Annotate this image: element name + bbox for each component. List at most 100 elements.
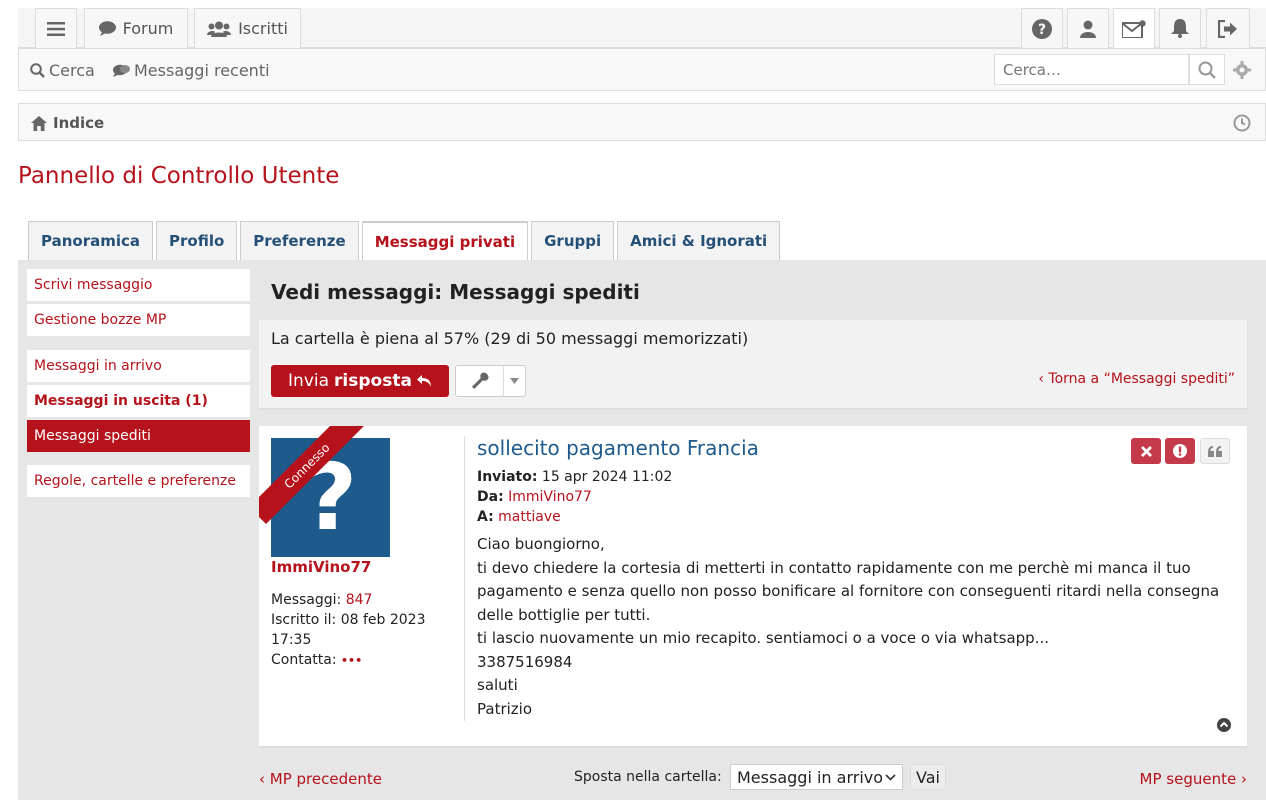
joined-label: Iscritto il: — [271, 612, 337, 628]
tab-groups[interactable]: Gruppi — [531, 221, 615, 260]
exclamation-circle-icon — [1173, 444, 1187, 458]
back-to-sent-link[interactable]: ‹ Torna a “Messaggi spediti” — [1038, 371, 1235, 387]
quote-button[interactable] — [1200, 438, 1230, 464]
ucp-panel: Scrivi messaggio Gestione bozze MP Messa… — [18, 260, 1266, 800]
back-to-top-icon[interactable] — [1217, 718, 1231, 736]
users-icon — [207, 21, 232, 37]
body-line: saluti — [477, 676, 518, 694]
body-line: ti lascio nuovamente un mio recapito. se… — [477, 629, 1049, 647]
home-icon — [31, 115, 47, 131]
quote-icon — [1208, 445, 1222, 457]
tab-friends-foes[interactable]: Amici & Ignorati — [617, 221, 781, 260]
previous-message-link[interactable]: ‹ MP precedente — [259, 770, 382, 788]
logout-button[interactable] — [1206, 8, 1250, 48]
report-button[interactable] — [1165, 438, 1195, 464]
sent-row: Inviato: 15 apr 2024 11:02 — [477, 467, 672, 487]
author-username[interactable]: ImmiVino77 — [271, 558, 371, 576]
body-line: 3387516984 — [477, 652, 573, 671]
page-title: Pannello di Controllo Utente — [18, 163, 340, 189]
body-line: pagamento e senza quello non posso bonif… — [477, 582, 1220, 600]
hamburger-icon — [47, 21, 65, 36]
sidebar-item-drafts[interactable]: Gestione bozze MP — [27, 304, 250, 336]
recent-messages-label: Messaggi recenti — [134, 61, 270, 80]
members-button[interactable]: Iscritti — [194, 8, 301, 48]
message-subject[interactable]: sollecito pagamento Francia — [477, 436, 759, 460]
search-icon — [1198, 61, 1216, 79]
body-line: Patrizio — [477, 699, 532, 718]
ucp-tabs: Panoramica Profilo Preferenze Messaggi p… — [28, 221, 781, 260]
message-tools-dropdown[interactable] — [455, 365, 526, 397]
top-navbar: Forum Iscritti ? — [18, 8, 1266, 48]
envelope-icon — [1122, 19, 1146, 38]
menu-button[interactable] — [35, 8, 77, 48]
message-meta: Inviato: 15 apr 2024 11:02 Da: ImmiVino7… — [477, 467, 672, 527]
breadcrumb-home-label: Indice — [53, 114, 105, 132]
sidebar-item-compose[interactable]: Scrivi messaggio — [27, 269, 250, 301]
post-divider — [464, 436, 465, 721]
breadcrumb-home[interactable]: Indice — [31, 114, 104, 132]
bell-icon — [1171, 19, 1189, 38]
move-folder-select[interactable]: Messaggi in arrivo — [730, 764, 903, 790]
sent-label: Inviato: — [477, 469, 538, 485]
search-icon — [30, 63, 45, 78]
view-title: Vedi messaggi: Messaggi spediti — [271, 280, 640, 304]
to-label: A: — [477, 509, 494, 525]
tab-preferences[interactable]: Preferenze — [240, 221, 359, 260]
speech-bubble-icon — [98, 21, 116, 36]
notifications-button[interactable] — [1159, 8, 1201, 48]
move-go-button[interactable]: Vai — [910, 764, 946, 790]
advanced-search-button[interactable] — [1226, 54, 1258, 85]
forum-button[interactable]: Forum — [84, 8, 188, 48]
delete-button[interactable] — [1131, 438, 1161, 464]
body-line: delle bottiglie per tutti. — [477, 605, 651, 624]
message-navigation: ‹ MP precedente Sposta nella cartella: M… — [259, 763, 1247, 793]
recent-messages-link[interactable]: Messaggi recenti — [113, 61, 270, 80]
sidebar-item-rules[interactable]: Regole, cartelle e preferenze — [27, 465, 250, 497]
reply-button[interactable]: Invia risposta — [271, 365, 449, 397]
gear-icon — [1233, 60, 1251, 79]
contact-row: Contatta: ••• — [271, 650, 451, 671]
search-link[interactable]: Cerca — [30, 61, 95, 80]
folder-status: La cartella è piena al 57% (29 di 50 mes… — [271, 329, 749, 348]
folder-actions-box: La cartella è piena al 57% (29 di 50 mes… — [259, 320, 1247, 410]
reply-label-bold: risposta — [334, 371, 412, 391]
private-message: ? Connesso ImmiVino77 Messaggi: 847 Iscr… — [259, 426, 1247, 748]
reply-label-pre: Invia — [288, 371, 330, 391]
forum-label: Forum — [122, 19, 174, 38]
sign-out-icon — [1218, 19, 1237, 38]
move-folder-label: Sposta nella cartella: — [574, 769, 722, 785]
posts-count[interactable]: 847 — [346, 592, 373, 608]
next-message-link[interactable]: MP seguente › — [1140, 770, 1247, 788]
quick-links-bar: Cerca Messaggi recenti — [18, 48, 1266, 91]
sidebar-item-sent[interactable]: Messaggi spediti — [27, 420, 250, 452]
to-user[interactable]: mattiave — [498, 509, 561, 525]
joined-row: Iscritto il: 08 feb 2023 17:35 — [271, 610, 451, 650]
profile-button[interactable] — [1067, 8, 1109, 48]
posts-count-row: Messaggi: 847 — [271, 590, 451, 610]
sidebar-item-inbox[interactable]: Messaggi in arrivo — [27, 350, 250, 382]
contact-dropdown[interactable]: ••• — [341, 654, 362, 667]
to-row: A: mattiave — [477, 507, 672, 527]
move-folder-value: Messaggi in arrivo — [737, 767, 884, 787]
private-messages-button[interactable] — [1113, 8, 1155, 48]
sidebar-item-outbox[interactable]: Messaggi in uscita (1) — [27, 385, 250, 417]
body-line: ti devo chiedere la cortesia di metterti… — [477, 558, 1191, 577]
posts-label: Messaggi: — [271, 592, 342, 608]
search-submit-button[interactable] — [1189, 54, 1225, 85]
tab-private-messages[interactable]: Messaggi privati — [361, 221, 529, 260]
body-line: Ciao buongiorno, — [477, 535, 605, 553]
close-icon — [1140, 445, 1152, 457]
from-user[interactable]: ImmiVino77 — [508, 489, 592, 505]
tab-overview[interactable]: Panoramica — [28, 221, 154, 260]
user-icon — [1080, 20, 1096, 38]
breadcrumb: Indice — [18, 103, 1266, 141]
search-input[interactable] — [994, 54, 1189, 85]
author-profile: Messaggi: 847 Iscritto il: 08 feb 2023 1… — [271, 590, 451, 671]
message-body: Ciao buongiorno, ti devo chiedere la cor… — [477, 533, 1237, 721]
contact-label: Contatta: — [271, 652, 337, 668]
sent-date: 15 apr 2024 11:02 — [541, 469, 673, 485]
tab-profile[interactable]: Profilo — [156, 221, 238, 260]
clock-icon — [1233, 114, 1251, 136]
help-button[interactable]: ? — [1021, 8, 1063, 48]
wrench-icon — [456, 366, 504, 396]
